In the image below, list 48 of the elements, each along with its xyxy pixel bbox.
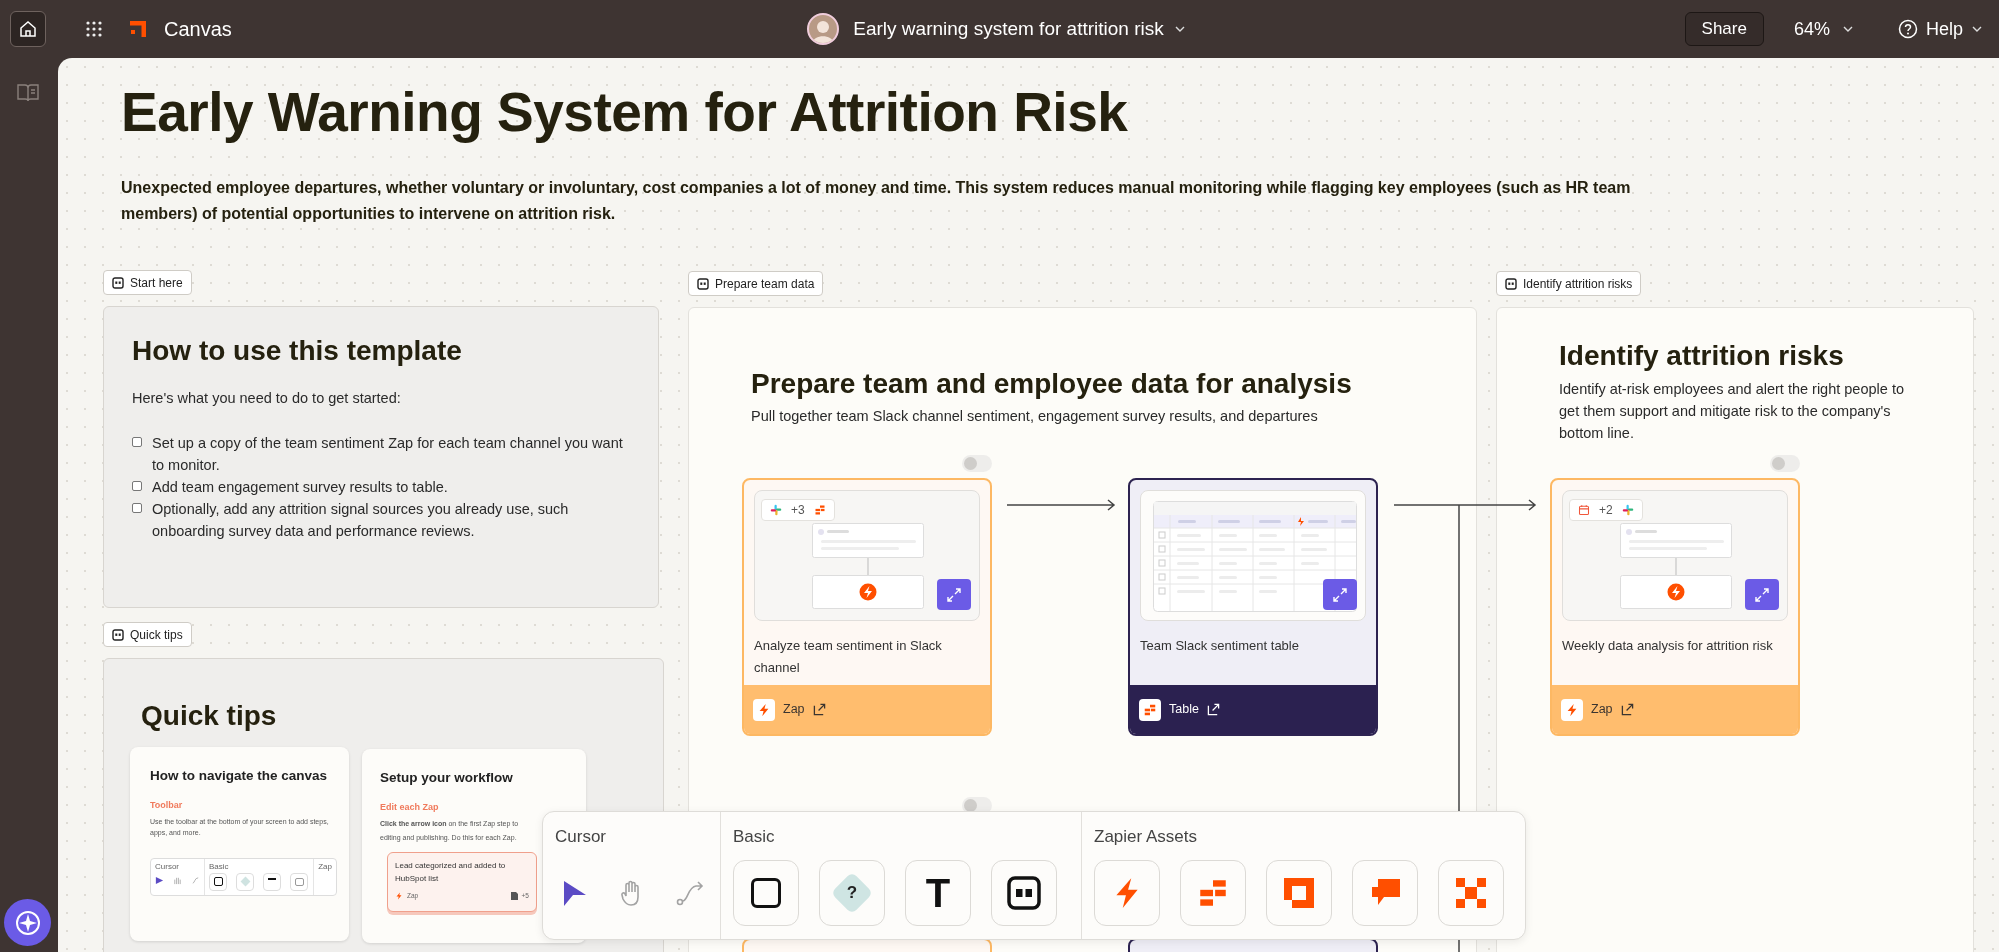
zoom-dropdown[interactable]: 64% (1793, 15, 1854, 43)
intro-text: Here's what you need to do to get started: (132, 389, 402, 408)
section-subheading: Identify at-risk employees and alert the right people to get them support and mitigate risk to the company's bottom line. (1559, 380, 1905, 443)
section-heading: How to use this template (132, 334, 463, 368)
workflow-step-card[interactable]: +2 Weekly data analysis for attrition risk Zap (1550, 478, 1800, 736)
checklist-item: Add team engagement survey results to table. (152, 477, 448, 497)
section-heading: Prepare team and employee data for analysis (751, 367, 1353, 401)
section-tag-label: Start here (130, 274, 183, 292)
section-heading: Quick tips (141, 699, 277, 733)
tip-subtitle: Toolbar (150, 799, 184, 813)
workflow-step-card[interactable]: +3 Analyze team sentiment in Slack channel Zap (742, 478, 992, 736)
section-tag[interactable]: Identify attrition risks (1496, 271, 1642, 296)
checklist-item: Set up a copy of the team sentiment Zap for each team channel you want to monitor. (152, 433, 624, 475)
share-button[interactable]: Share (1684, 12, 1764, 46)
section-tag-label: Quick tips (130, 626, 183, 644)
section-tag[interactable]: Quick tips (103, 622, 192, 647)
section-tag-label: Identify attrition risks (1523, 275, 1633, 293)
app-name: Canvas (164, 17, 232, 42)
toolbar-preview-label: Basic (209, 860, 230, 873)
tip-subtitle: Edit each Zap (380, 801, 440, 815)
toolbar-group-label: Cursor (555, 826, 607, 848)
decision-tool[interactable]: ? (819, 859, 885, 926)
app-count: +2 (1599, 502, 1613, 519)
page-description: Unexpected employee departures, whether voluntary or involuntary, cost companies a lot of money and time. This system reduces manual monitoring while flagging key employees (such as HR team members) of potential opportunities to intervene on attrition risk. (121, 178, 1632, 224)
toolbar-preview-label: Cursor (155, 860, 180, 873)
step-type-label: Zap (1591, 701, 1613, 719)
checklist-item: Optionally, add any attrition signal sources you already use, such onboarding survey data and performance reviews. (152, 499, 570, 541)
app-count: +3 (791, 502, 805, 519)
tip-title: How to navigate the canvas (150, 767, 329, 785)
step-title: Weekly data analysis for attrition risk (1561, 637, 1774, 655)
step-title: Team Slack sentiment table (1139, 637, 1300, 655)
tip-title: Setup your workflow (380, 769, 514, 787)
section-heading: Identify attrition risks (1559, 339, 1845, 373)
step-type-label: Zap (783, 701, 805, 719)
example-step-title: Lead categorized and added to HubSpot list (395, 859, 507, 885)
workflow-step-card[interactable]: Team Slack sentiment table Table (1128, 478, 1378, 736)
section-tag[interactable]: Start here (103, 270, 192, 295)
toolbar-group-label: Zapier Assets (1094, 826, 1198, 848)
toolbar-preview-label: Zap (318, 860, 332, 873)
section-tag-label: Prepare team data (715, 275, 815, 293)
text-tool[interactable]: T (905, 859, 971, 926)
toolbar-group-label: Basic (733, 826, 776, 848)
section-subheading: Pull together team Slack channel sentiment, engagement survey results, and departures (751, 407, 1319, 426)
help-button[interactable]: Help (1897, 15, 1983, 43)
section-tag[interactable]: Prepare team data (688, 271, 824, 296)
step-type-label: Table (1169, 701, 1199, 719)
document-title-button[interactable]: Early warning system for attrition risk (853, 14, 1186, 44)
step-title: Analyze team sentiment in Slack channel (753, 637, 943, 677)
